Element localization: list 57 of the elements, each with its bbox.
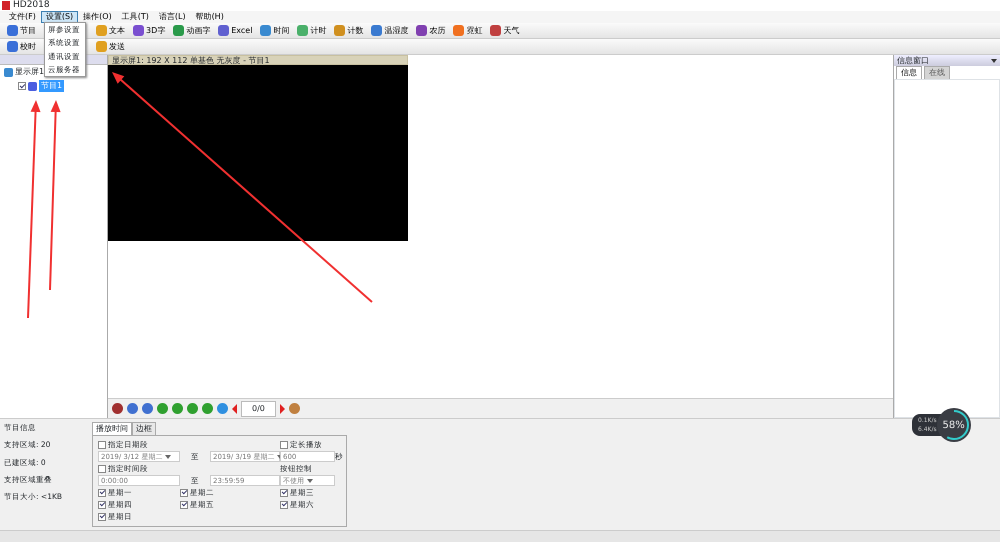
- app-logo-icon: [2, 1, 10, 10]
- toolbar-button[interactable]: 计时: [294, 24, 330, 36]
- checkbox[interactable]: [98, 512, 106, 520]
- tree-checkbox[interactable]: [18, 82, 26, 90]
- dropdown-icon[interactable]: [991, 59, 997, 63]
- panel-tab[interactable]: 信息: [896, 66, 922, 79]
- tool-icon: [371, 25, 382, 36]
- toolbar-button[interactable]: Excel: [215, 24, 256, 36]
- menu-item[interactable]: 工具(T): [116, 11, 154, 23]
- tool-icon: [173, 25, 184, 36]
- page-counter: 0/0: [241, 400, 276, 416]
- checkbox[interactable]: [180, 500, 188, 508]
- menu-item[interactable]: 语言(L): [154, 11, 191, 23]
- tool-icon: [218, 25, 230, 36]
- toolbar-button[interactable]: 3D字: [130, 24, 168, 36]
- toolbar-button[interactable]: 时间: [257, 24, 292, 36]
- toolbar-button[interactable]: 动画字: [170, 24, 214, 36]
- tree-item[interactable]: 显示屏1: [15, 66, 44, 78]
- toolbar-button[interactable]: 校时: [4, 40, 39, 52]
- panel-tab[interactable]: 在线: [924, 66, 950, 79]
- toolbar-button[interactable]: 天气: [487, 24, 522, 36]
- toolbar-button[interactable]: 节目: [4, 24, 39, 36]
- panel-title: 信息窗口: [897, 55, 929, 66]
- checkbox[interactable]: [280, 488, 288, 496]
- checkbox[interactable]: [280, 440, 288, 448]
- preview-title: 显示屏1: 192 X 112 单基色 无灰度 - 节目1: [108, 55, 408, 65]
- menu-item[interactable]: 帮助(H): [190, 11, 229, 23]
- tool-icon: [96, 25, 107, 36]
- toolbar-button[interactable]: 计数: [331, 24, 366, 36]
- tool-icon: [96, 41, 107, 52]
- tool-icon: [334, 25, 346, 36]
- checkbox[interactable]: [98, 488, 106, 496]
- checkbox[interactable]: [280, 500, 288, 508]
- toolbar-button[interactable]: 霓虹: [450, 24, 486, 36]
- toolbar-button[interactable]: 文本: [93, 24, 128, 36]
- menu-item[interactable]: 设置(S): [40, 11, 78, 23]
- toolbar-button[interactable]: 温湿度: [368, 24, 412, 36]
- window-title: HD2018: [13, 0, 50, 12]
- menu-item[interactable]: 操作(O): [78, 11, 117, 23]
- checkbox[interactable]: [98, 500, 106, 508]
- schedule-tab[interactable]: 播放时间: [92, 422, 132, 435]
- usage-percent: 58%: [942, 418, 965, 432]
- tool-icon: [490, 25, 502, 36]
- tool-icon: [416, 25, 428, 36]
- checkbox[interactable]: [98, 464, 106, 472]
- tool-icon: [7, 25, 18, 36]
- tool-icon: [133, 25, 144, 36]
- checkbox[interactable]: [98, 440, 106, 448]
- toolbar-button[interactable]: 发送: [93, 40, 128, 52]
- checkbox[interactable]: [180, 488, 188, 496]
- tool-icon: [297, 25, 308, 36]
- schedule-tab[interactable]: 边框: [132, 422, 156, 435]
- toolbar-button[interactable]: 农历: [413, 24, 448, 36]
- tool-icon: [453, 25, 464, 36]
- menu-item[interactable]: 文件(F): [4, 11, 41, 23]
- tool-icon: [7, 41, 18, 52]
- tool-icon: [260, 25, 272, 36]
